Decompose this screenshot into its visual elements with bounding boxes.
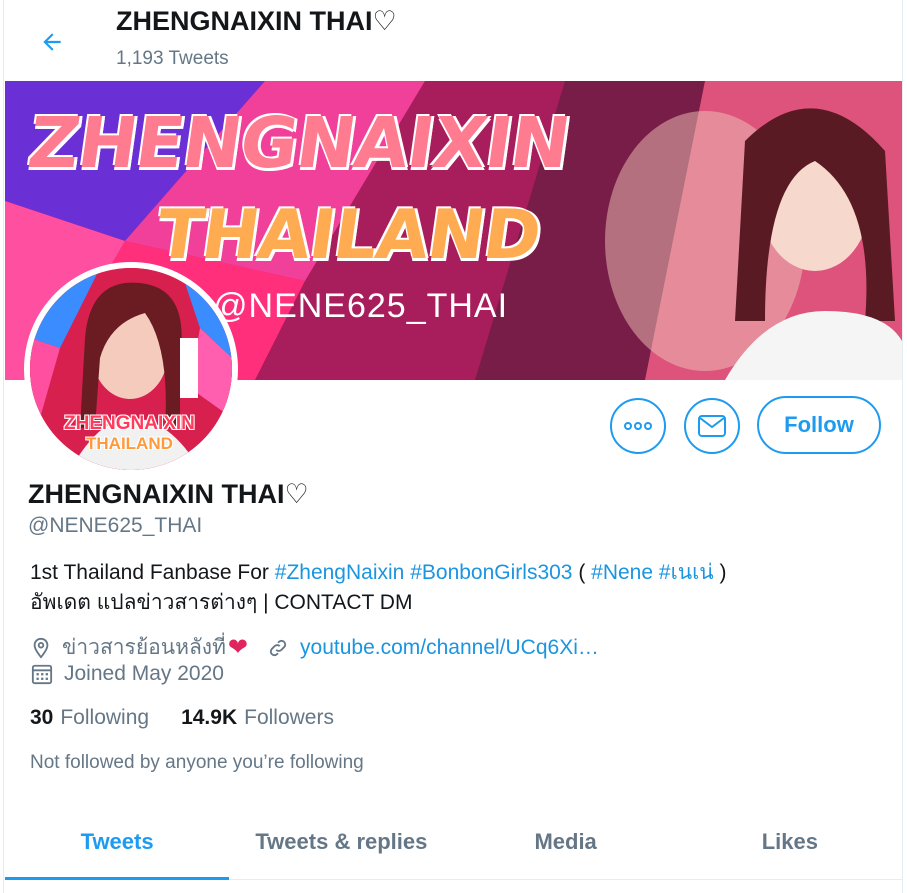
banner-title-line1: ZHENGNAIXIN	[23, 102, 575, 184]
profile-bio: 1st Thailand Fanbase For #ZhengNaixin #B…	[30, 558, 890, 618]
joined-row: Joined May 2020	[30, 662, 224, 686]
follow-button[interactable]: Follow	[757, 396, 881, 454]
followers-count: 14.9K	[181, 706, 238, 729]
profile-meta-row: ข่าวสารย้อนหลังที่ ❤ youtube.com/channel…	[30, 631, 599, 664]
location-icon	[33, 637, 49, 659]
bio-line1: 1st Thailand Fanbase For #ZhengNaixin #B…	[30, 558, 890, 588]
tab-media[interactable]: Media	[454, 805, 678, 879]
heart-icon: ❤	[227, 634, 249, 661]
profile-website-link[interactable]: youtube.com/channel/UCq6Xi…	[300, 636, 599, 660]
link-icon	[269, 639, 287, 656]
location-text: ข่าวสารย้อนหลังที่	[62, 636, 226, 659]
bio-paren-open: (	[572, 561, 592, 584]
followers-label: Followers	[244, 706, 334, 729]
bio-text: 1st Thailand Fanbase For	[30, 561, 275, 584]
joined-date: Joined May 2020	[64, 662, 224, 685]
banner-handle: @NENE625_THAI	[213, 287, 509, 325]
tab-tweets[interactable]: Tweets	[5, 805, 230, 880]
avatar[interactable]: ZHENGNAIXIN THAILAND	[24, 262, 238, 476]
header-title: ZHENGNAIXIN THAI♡	[116, 6, 397, 36]
follow-stats: 30 Following 14.9K Followers	[30, 706, 334, 730]
tweet-count: 1,193 Tweets	[116, 48, 229, 69]
more-button[interactable]	[610, 398, 666, 454]
mail-icon	[698, 415, 726, 437]
following-link[interactable]: 30 Following	[30, 706, 149, 730]
bio-paren-close: )	[713, 561, 727, 584]
bio-line2: อัพเดต แปลข่าวสารต่างๆ | CONTACT DM	[30, 591, 413, 614]
profile-name: ZHENGNAIXIN THAI♡	[28, 479, 309, 509]
hashtag-bonbongirls303[interactable]: #BonbonGirls303	[410, 561, 572, 584]
tab-tweets-replies[interactable]: Tweets & replies	[229, 805, 453, 879]
followers-link[interactable]: 14.9K Followers	[181, 706, 334, 730]
tab-likes[interactable]: Likes	[678, 805, 902, 879]
avatar-text-line2: THAILAND	[86, 434, 173, 453]
following-label: Following	[60, 706, 150, 729]
profile-tabs: Tweets Tweets & replies Media Likes	[5, 805, 902, 880]
hashtag-zhengnaixin[interactable]: #ZhengNaixin	[275, 561, 405, 584]
following-count: 30	[30, 706, 54, 729]
profile-header: ZHENGNAIXIN THAI♡ 1,193 Tweets	[4, 0, 904, 80]
avatar-image: ZHENGNAIXIN THAILAND	[30, 268, 232, 470]
arrow-left-icon	[43, 33, 61, 51]
back-button[interactable]	[32, 22, 72, 62]
message-button[interactable]	[684, 398, 740, 454]
banner-title-line2: THAILAND	[151, 196, 546, 275]
avatar-text-line1: ZHENGNAIXIN	[64, 413, 195, 434]
calendar-icon	[31, 664, 53, 685]
profile-column: ZHENGNAIXIN THAI♡ 1,193 Tweets ZHENGNAIX…	[3, 0, 903, 893]
hashtag-nene-thai[interactable]: #เนเน่	[659, 561, 714, 584]
not-followed-note: Not followed by anyone you’re following	[30, 752, 364, 773]
profile-handle: @NENE625_THAI	[28, 514, 203, 537]
hashtag-nene[interactable]: #Nene	[591, 561, 653, 584]
more-icon	[624, 422, 652, 430]
